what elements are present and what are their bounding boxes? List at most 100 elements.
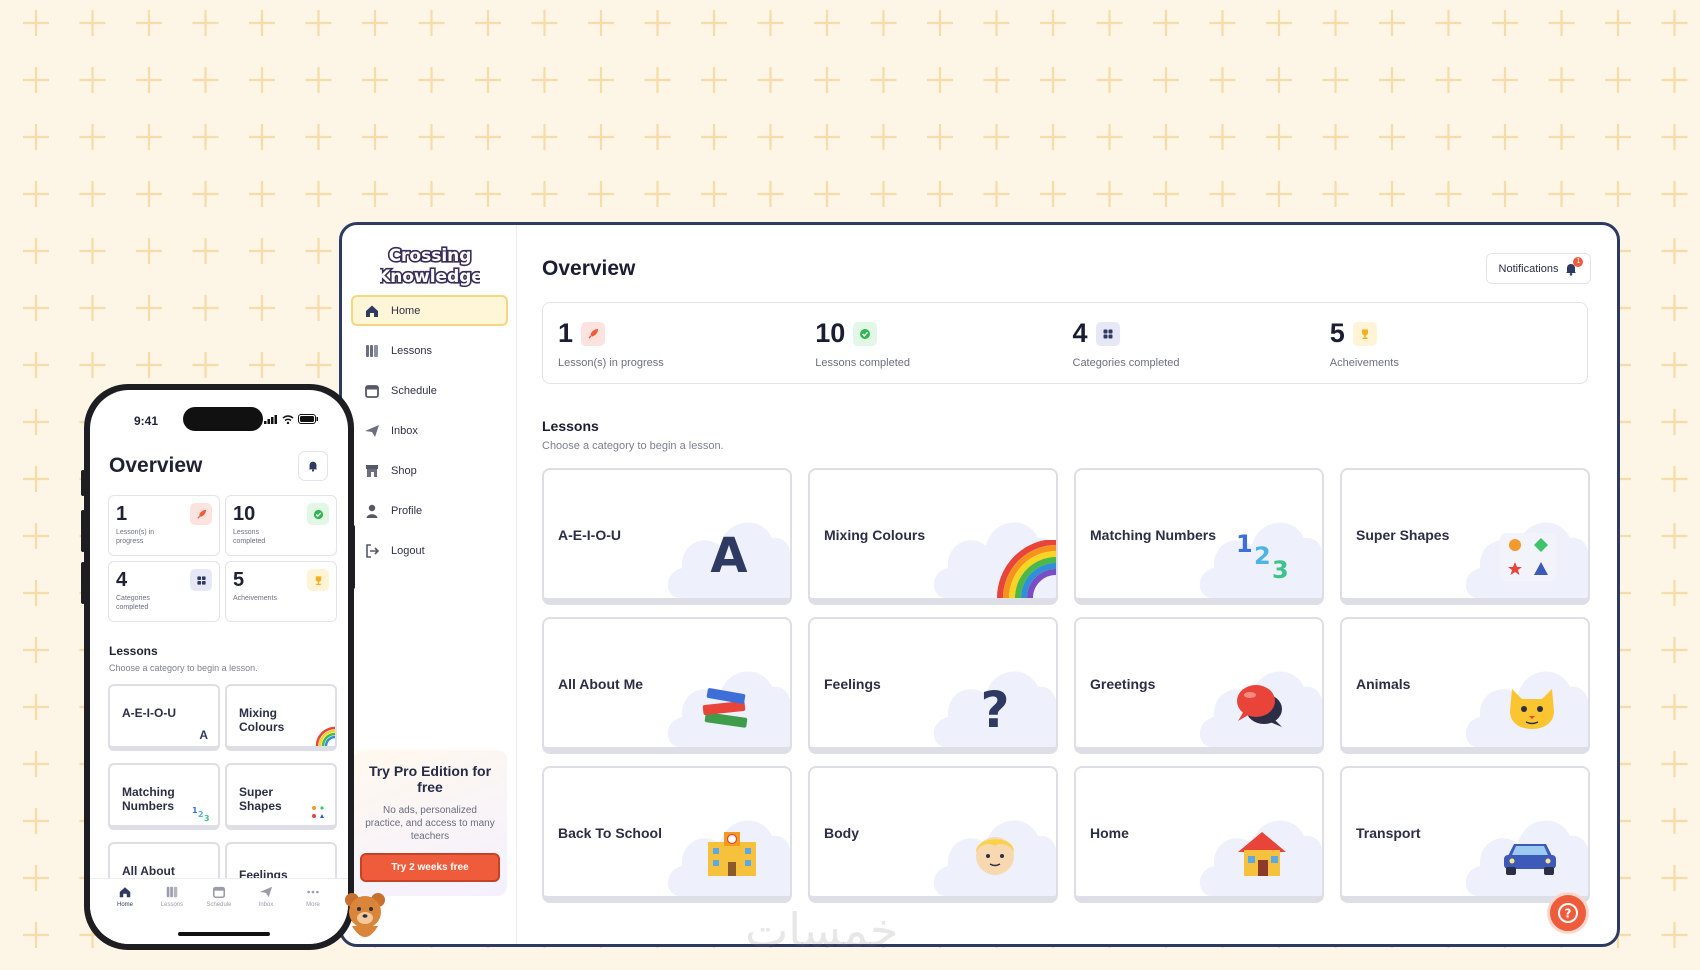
- sidebar-item-schedule[interactable]: Schedule: [351, 375, 508, 406]
- stat-label: Lessons completed: [815, 357, 911, 369]
- pro-title: Try Pro Edition for free: [368, 763, 492, 795]
- category-card-feelings[interactable]: Feelings ?: [808, 617, 1058, 754]
- category-card-transport[interactable]: Transport: [1340, 766, 1590, 903]
- category-label: Animals: [1356, 676, 1411, 692]
- sidebar-item-label: Home: [391, 304, 421, 317]
- svg-text:?: ?: [1565, 907, 1572, 921]
- category-card-animals[interactable]: Animals: [1340, 617, 1590, 754]
- cat-icon: [1510, 689, 1554, 729]
- phone-category-card-aeiou[interactable]: A-E-I-O-U A: [108, 684, 220, 751]
- stat-label: Lesson(s) in progress: [116, 529, 155, 545]
- question-circle-icon: ?: [1558, 903, 1578, 923]
- phone-lessons-heading: Lessons: [109, 644, 158, 658]
- sidebar-item-label: Schedule: [391, 384, 437, 397]
- sidebar: Crossing Knowledge Home Lessons Schedule…: [342, 225, 517, 944]
- stats-panel: 1 Lesson(s) in progress 10 Lessons compl…: [542, 302, 1588, 384]
- category-card-super-shapes[interactable]: Super Shapes: [1340, 468, 1590, 605]
- category-label: Super Shapes: [239, 785, 282, 813]
- shapes-icon: [312, 806, 324, 818]
- desktop-app-window: Crossing Knowledge Home Lessons Schedule…: [339, 222, 1620, 947]
- category-label: All About: [122, 864, 175, 878]
- speech-bubbles-icon: [1237, 685, 1282, 727]
- category-card-body[interactable]: Body: [808, 766, 1058, 903]
- wifi-icon: [282, 414, 294, 424]
- book-icon: [166, 886, 178, 898]
- phone-stat-completed: 10 Lessons completed: [225, 495, 337, 556]
- help-button[interactable]: ?: [1547, 892, 1589, 934]
- tab-more[interactable]: More: [290, 885, 336, 944]
- svg-text:A: A: [710, 528, 747, 578]
- stat-label: Acheivements: [233, 595, 277, 602]
- rocket-icon: [581, 321, 606, 346]
- bear-mascot-icon: [345, 893, 385, 937]
- category-card-mixing-colours[interactable]: Mixing Colours: [808, 468, 1058, 605]
- phone-stat-in-progress: 1 Lesson(s) in progress: [108, 495, 220, 556]
- dynamic-island: [183, 407, 263, 431]
- sidebar-item-logout[interactable]: Logout: [351, 535, 508, 566]
- sidebar-item-label: Logout: [391, 544, 425, 557]
- sidebar-item-label: Lessons: [391, 344, 432, 357]
- category-card-greetings[interactable]: Greetings: [1074, 617, 1324, 754]
- category-card-home[interactable]: Home: [1074, 766, 1324, 903]
- svg-text:2: 2: [1254, 542, 1271, 570]
- status-time: 9:41: [134, 414, 159, 428]
- home-icon: [119, 887, 131, 898]
- tab-home[interactable]: Home: [102, 885, 148, 944]
- sidebar-item-label: Shop: [391, 464, 417, 477]
- paper-plane-icon: [363, 422, 381, 440]
- sidebar-item-profile[interactable]: Profile: [351, 495, 508, 526]
- lessons-subtitle: Choose a category to begin a lesson.: [542, 440, 724, 452]
- stat-value: 4: [1072, 318, 1088, 348]
- category-card-back-to-school[interactable]: Back To School: [542, 766, 792, 903]
- try-pro-button[interactable]: Try 2 weeks free: [360, 853, 500, 882]
- phone-page-title: Overview: [109, 454, 203, 477]
- phone-category-card-mixing-colours[interactable]: Mixing Colours: [225, 684, 337, 751]
- tab-label: More: [306, 902, 320, 908]
- sidebar-item-inbox[interactable]: Inbox: [351, 415, 508, 446]
- category-label: Greetings: [1090, 676, 1156, 692]
- stat-value: 1: [558, 318, 574, 348]
- phone-device: 9:41 Overview 1 Lesson(s) in progress 10…: [84, 384, 354, 950]
- svg-text:?: ?: [980, 681, 1009, 731]
- category-card-all-about-me[interactable]: All About Me: [542, 617, 792, 754]
- user-icon: [363, 502, 381, 520]
- rainbow-icon: [315, 726, 335, 746]
- phone-category-card-super-shapes[interactable]: Super Shapes: [225, 763, 337, 830]
- pro-edition-card: Try Pro Edition for free No ads, persona…: [353, 750, 507, 896]
- books-icon: [702, 688, 748, 728]
- house-icon: [1238, 832, 1286, 876]
- notifications-button[interactable]: Notifications 1: [1486, 253, 1591, 284]
- phone-notifications-button[interactable]: [298, 451, 328, 481]
- check-circle-icon: [853, 321, 878, 346]
- stat-value: 10: [815, 318, 846, 348]
- sidebar-item-lessons[interactable]: Lessons: [351, 335, 508, 366]
- grid-icon: [190, 569, 212, 591]
- stat-label: Lesson(s) in progress: [558, 357, 664, 369]
- shapes-icon: [1500, 533, 1556, 581]
- sidebar-item-shop[interactable]: Shop: [351, 455, 508, 486]
- calendar-icon: [212, 886, 226, 899]
- stat-label: Categories completed: [116, 595, 150, 611]
- home-icon: [363, 302, 381, 320]
- lessons-heading: Lessons: [542, 418, 599, 434]
- phone-category-card-matching-numbers[interactable]: Matching Numbers 1 2 3: [108, 763, 220, 830]
- watermark: خمسات: [745, 903, 899, 957]
- calendar-icon: [363, 382, 381, 400]
- trophy-icon: [1352, 321, 1377, 346]
- stat-value: 5: [1329, 318, 1345, 348]
- sidebar-item-home[interactable]: Home: [351, 295, 508, 326]
- stat-label: Acheivements: [1329, 357, 1399, 369]
- svg-text:3: 3: [204, 814, 210, 821]
- category-card-aeiou[interactable]: A-E-I-O-U A: [542, 468, 792, 605]
- stat-in-progress: 1 Lesson(s) in progress: [558, 318, 815, 383]
- category-card-matching-numbers[interactable]: Matching Numbers 1 2 3: [1074, 468, 1324, 605]
- bell-icon: [308, 461, 318, 472]
- sidebar-nav: Home Lessons Schedule Inbox Shop Profile: [351, 295, 508, 566]
- category-label: Body: [824, 825, 859, 841]
- page-title: Overview: [542, 257, 636, 280]
- brand-line2: Knowledge: [380, 267, 480, 287]
- sidebar-item-label: Profile: [391, 504, 423, 517]
- category-label: A-E-I-O-U: [122, 706, 176, 720]
- main-content: Overview Notifications 1 1 Lesson(s) in …: [517, 225, 1617, 944]
- letter-a-icon: A: [710, 528, 747, 578]
